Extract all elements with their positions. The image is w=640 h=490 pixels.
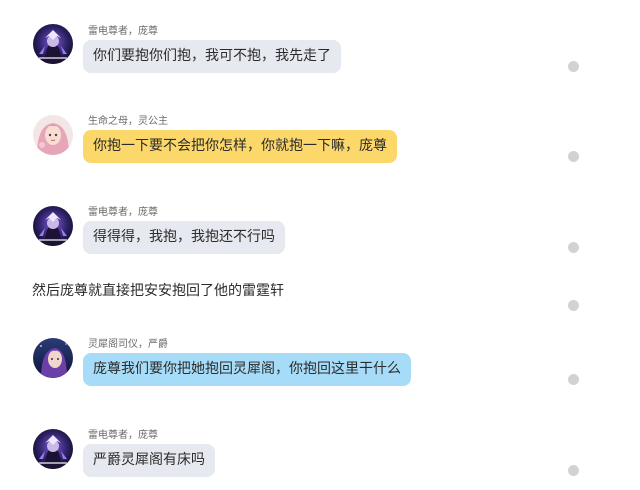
purple-hair-avatar[interactable] xyxy=(33,338,73,378)
status-dot-icon xyxy=(568,242,579,253)
sender-name: 雷电尊者，庞尊 xyxy=(88,207,158,218)
message-bubble[interactable]: 你们要抱你们抱，我可不抱，我先走了 xyxy=(83,40,341,73)
sender-name: 雷电尊者，庞尊 xyxy=(88,430,158,441)
message-bubble[interactable]: 你抱一下要不会把你怎样，你就抱一下嘛，庞尊 xyxy=(83,130,397,163)
status-dot-icon xyxy=(568,300,579,311)
status-dot-icon xyxy=(568,61,579,72)
status-dot-icon xyxy=(568,374,579,385)
message-bubble[interactable]: 得得得，我抱，我抱还不行吗 xyxy=(83,221,285,254)
narration-text: 然后庞尊就直接把安安抱回了他的雷霆轩 xyxy=(32,283,284,299)
status-dot-icon xyxy=(568,465,579,476)
dark-warrior-avatar[interactable] xyxy=(33,24,73,64)
message-bubble[interactable]: 严爵灵犀阁有床吗 xyxy=(83,444,215,477)
message-bubble[interactable]: 庞尊我们要你把她抱回灵犀阁，你抱回这里干什么 xyxy=(83,353,411,386)
sender-name: 生命之母，灵公主 xyxy=(88,116,168,127)
pink-hair-girl-avatar[interactable] xyxy=(33,115,73,155)
sender-name: 雷电尊者，庞尊 xyxy=(88,26,158,37)
dark-warrior-avatar[interactable] xyxy=(33,429,73,469)
dark-warrior-avatar[interactable] xyxy=(33,206,73,246)
status-dot-icon xyxy=(568,151,579,162)
sender-name: 灵犀阁司仪，严爵 xyxy=(88,339,168,350)
chat-page: 雷电尊者，庞尊 你们要抱你们抱，我可不抱，我先走了 生命之母，灵公主 你抱一下要… xyxy=(0,0,640,490)
